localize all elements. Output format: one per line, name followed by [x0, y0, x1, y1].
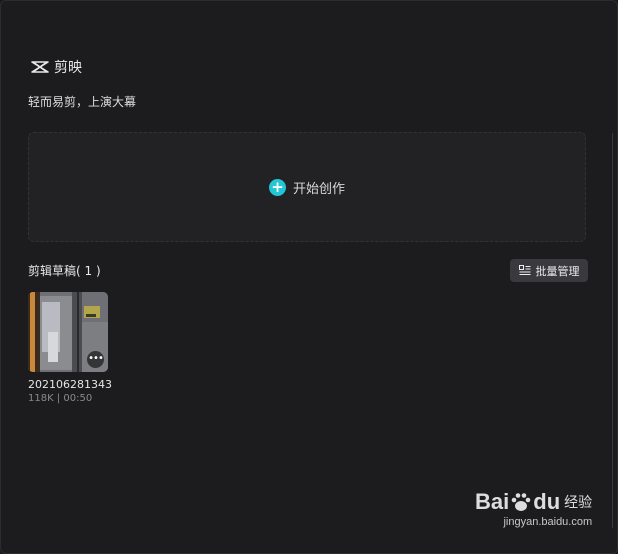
watermark-url: jingyan.baidu.com: [503, 516, 593, 528]
watermark-brand-left: Bai: [475, 489, 510, 514]
start-create-label: 开始创作: [292, 181, 345, 197]
baidu-paw-icon: [511, 493, 531, 511]
draft-thumbnail: •••: [28, 292, 108, 372]
draft-meta: 118K | 00:50: [28, 393, 93, 404]
app-logo: 剪映: [30, 57, 82, 77]
start-create-button[interactable]: + 开始创作: [28, 132, 586, 242]
batch-manage-button[interactable]: 批量管理: [510, 259, 588, 282]
baidu-watermark: Bai du 经验 jingyan.baidu.com: [475, 489, 592, 528]
drafts-title: 剪辑草稿( 1 ): [28, 264, 101, 278]
draft-item[interactable]: ••• 202106281343 118K | 00:50: [28, 292, 112, 404]
app-name: 剪映: [54, 60, 82, 76]
start-create-content: + 开始创作: [268, 178, 345, 197]
watermark-logo: Bai du 经验: [475, 489, 592, 515]
draft-name: 202106281343: [28, 378, 112, 391]
watermark-brand-right: du: [533, 489, 561, 514]
app-tagline: 轻而易剪，上演大幕: [28, 95, 137, 109]
plus-icon: +: [268, 178, 286, 196]
app-window: 剪映 轻而易剪，上演大幕 + 开始创作 剪辑草稿( 1 ) 批量管理 ••• 2…: [0, 0, 618, 554]
list-manage-icon: [518, 265, 531, 276]
capcut-logo-icon: [31, 61, 49, 73]
scrollbar-track: [612, 133, 613, 528]
watermark-suffix: 经验: [564, 494, 593, 510]
more-options-icon[interactable]: •••: [87, 351, 104, 368]
batch-manage-label: 批量管理: [535, 264, 580, 278]
